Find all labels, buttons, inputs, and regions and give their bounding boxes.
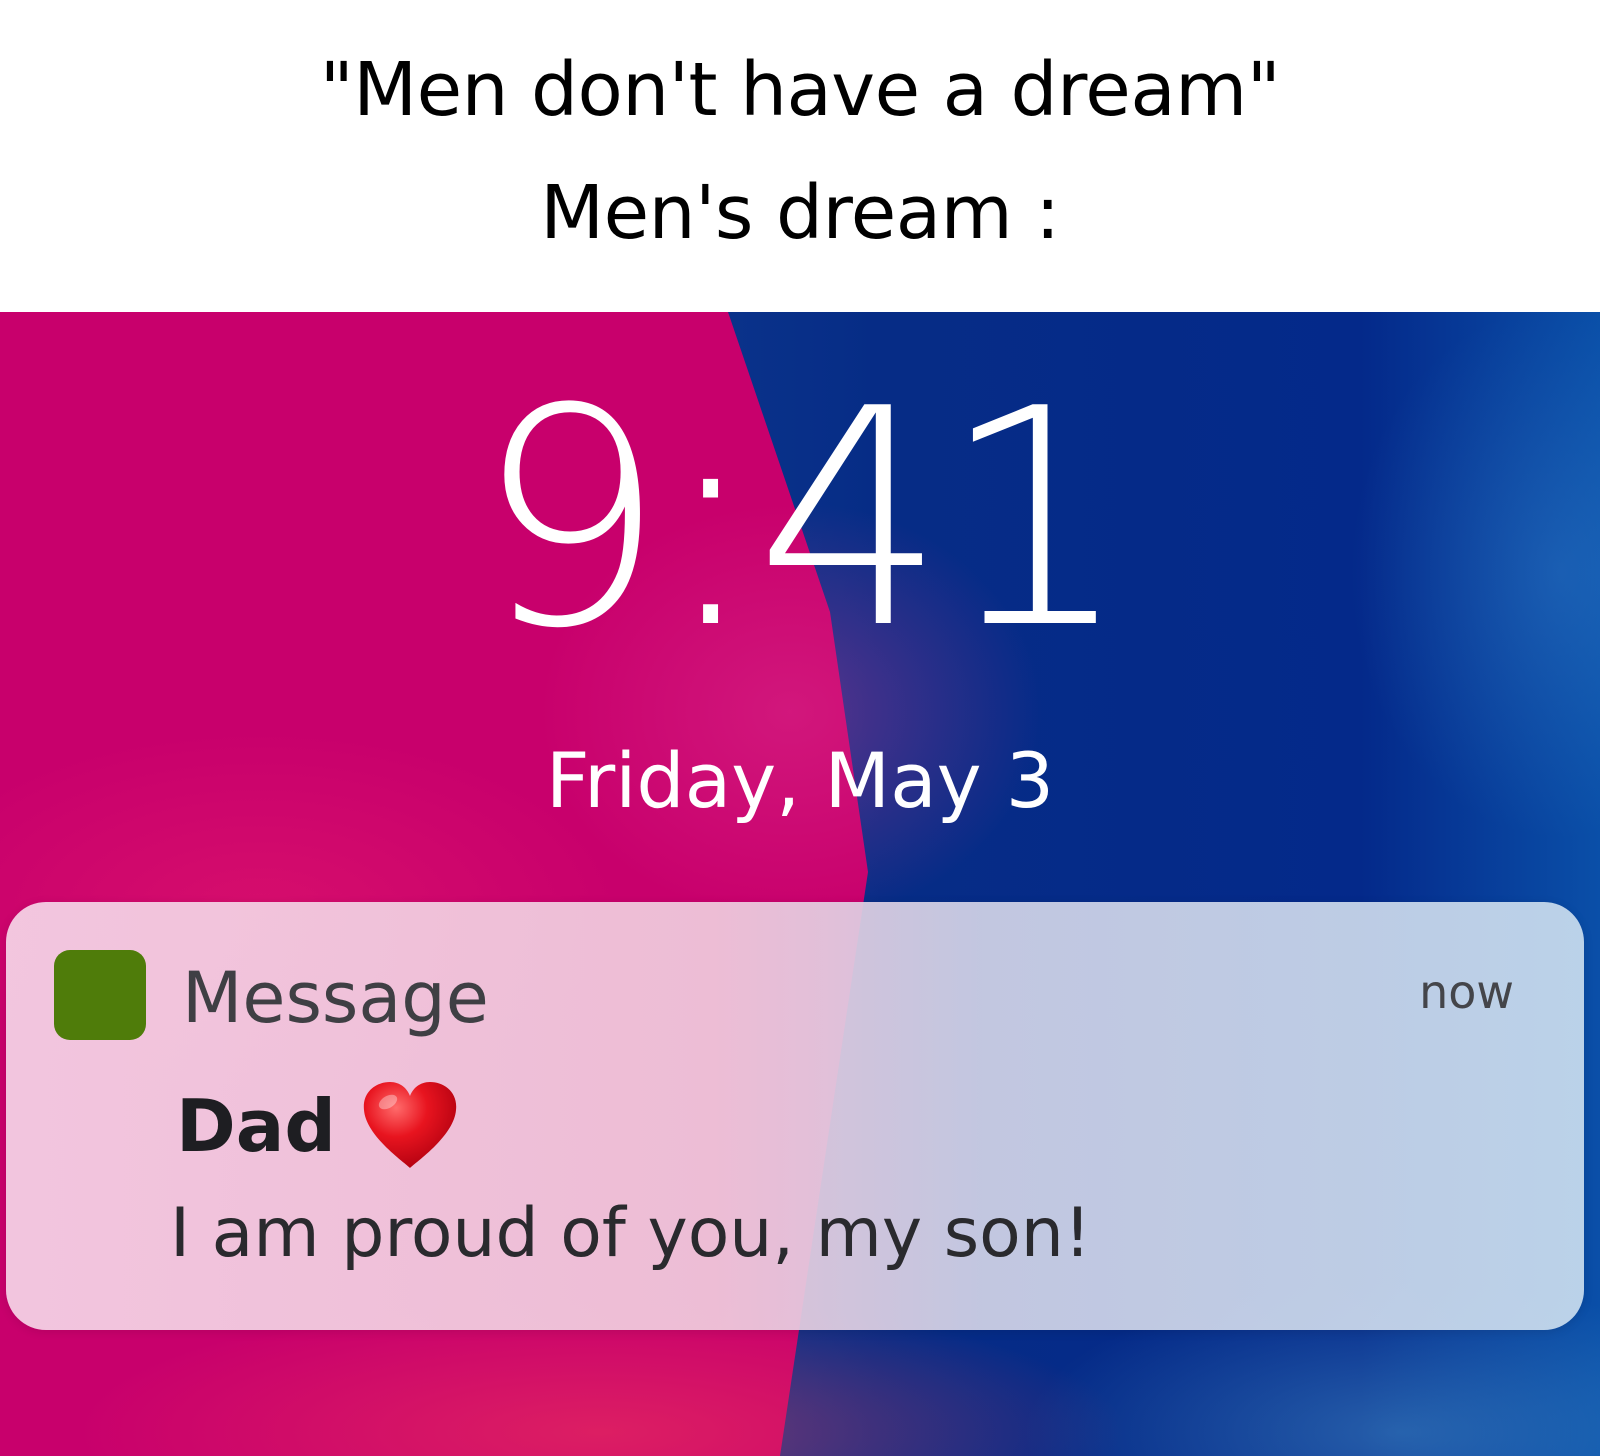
lock-screen-date: Friday, May 3 (545, 736, 1055, 825)
notification-timestamp: now (1419, 965, 1514, 1019)
lock-screen-clock: 9:41 (475, 345, 1131, 694)
notification-sender: Dad (176, 1084, 336, 1168)
notification-message-body: I am proud of you, my son! (170, 1194, 1092, 1273)
meme-image: "Men don't have a dream" Men's dream : 9… (0, 0, 1600, 1456)
message-app-icon (54, 950, 146, 1040)
phone-lock-screen: 9:41 Friday, May 3 Message now Dad I am … (0, 312, 1600, 1456)
red-heart-icon (363, 1082, 457, 1168)
notification-sender-row: Dad (176, 1078, 460, 1174)
meme-caption: "Men don't have a dream" Men's dream : (0, 0, 1600, 312)
notification-app-name: Message (182, 957, 489, 1039)
caption-line-2: Men's dream : (540, 170, 1060, 256)
message-notification[interactable]: Message now Dad I am proud of you, my so… (6, 902, 1584, 1330)
caption-line-1: "Men don't have a dream" (319, 47, 1281, 133)
